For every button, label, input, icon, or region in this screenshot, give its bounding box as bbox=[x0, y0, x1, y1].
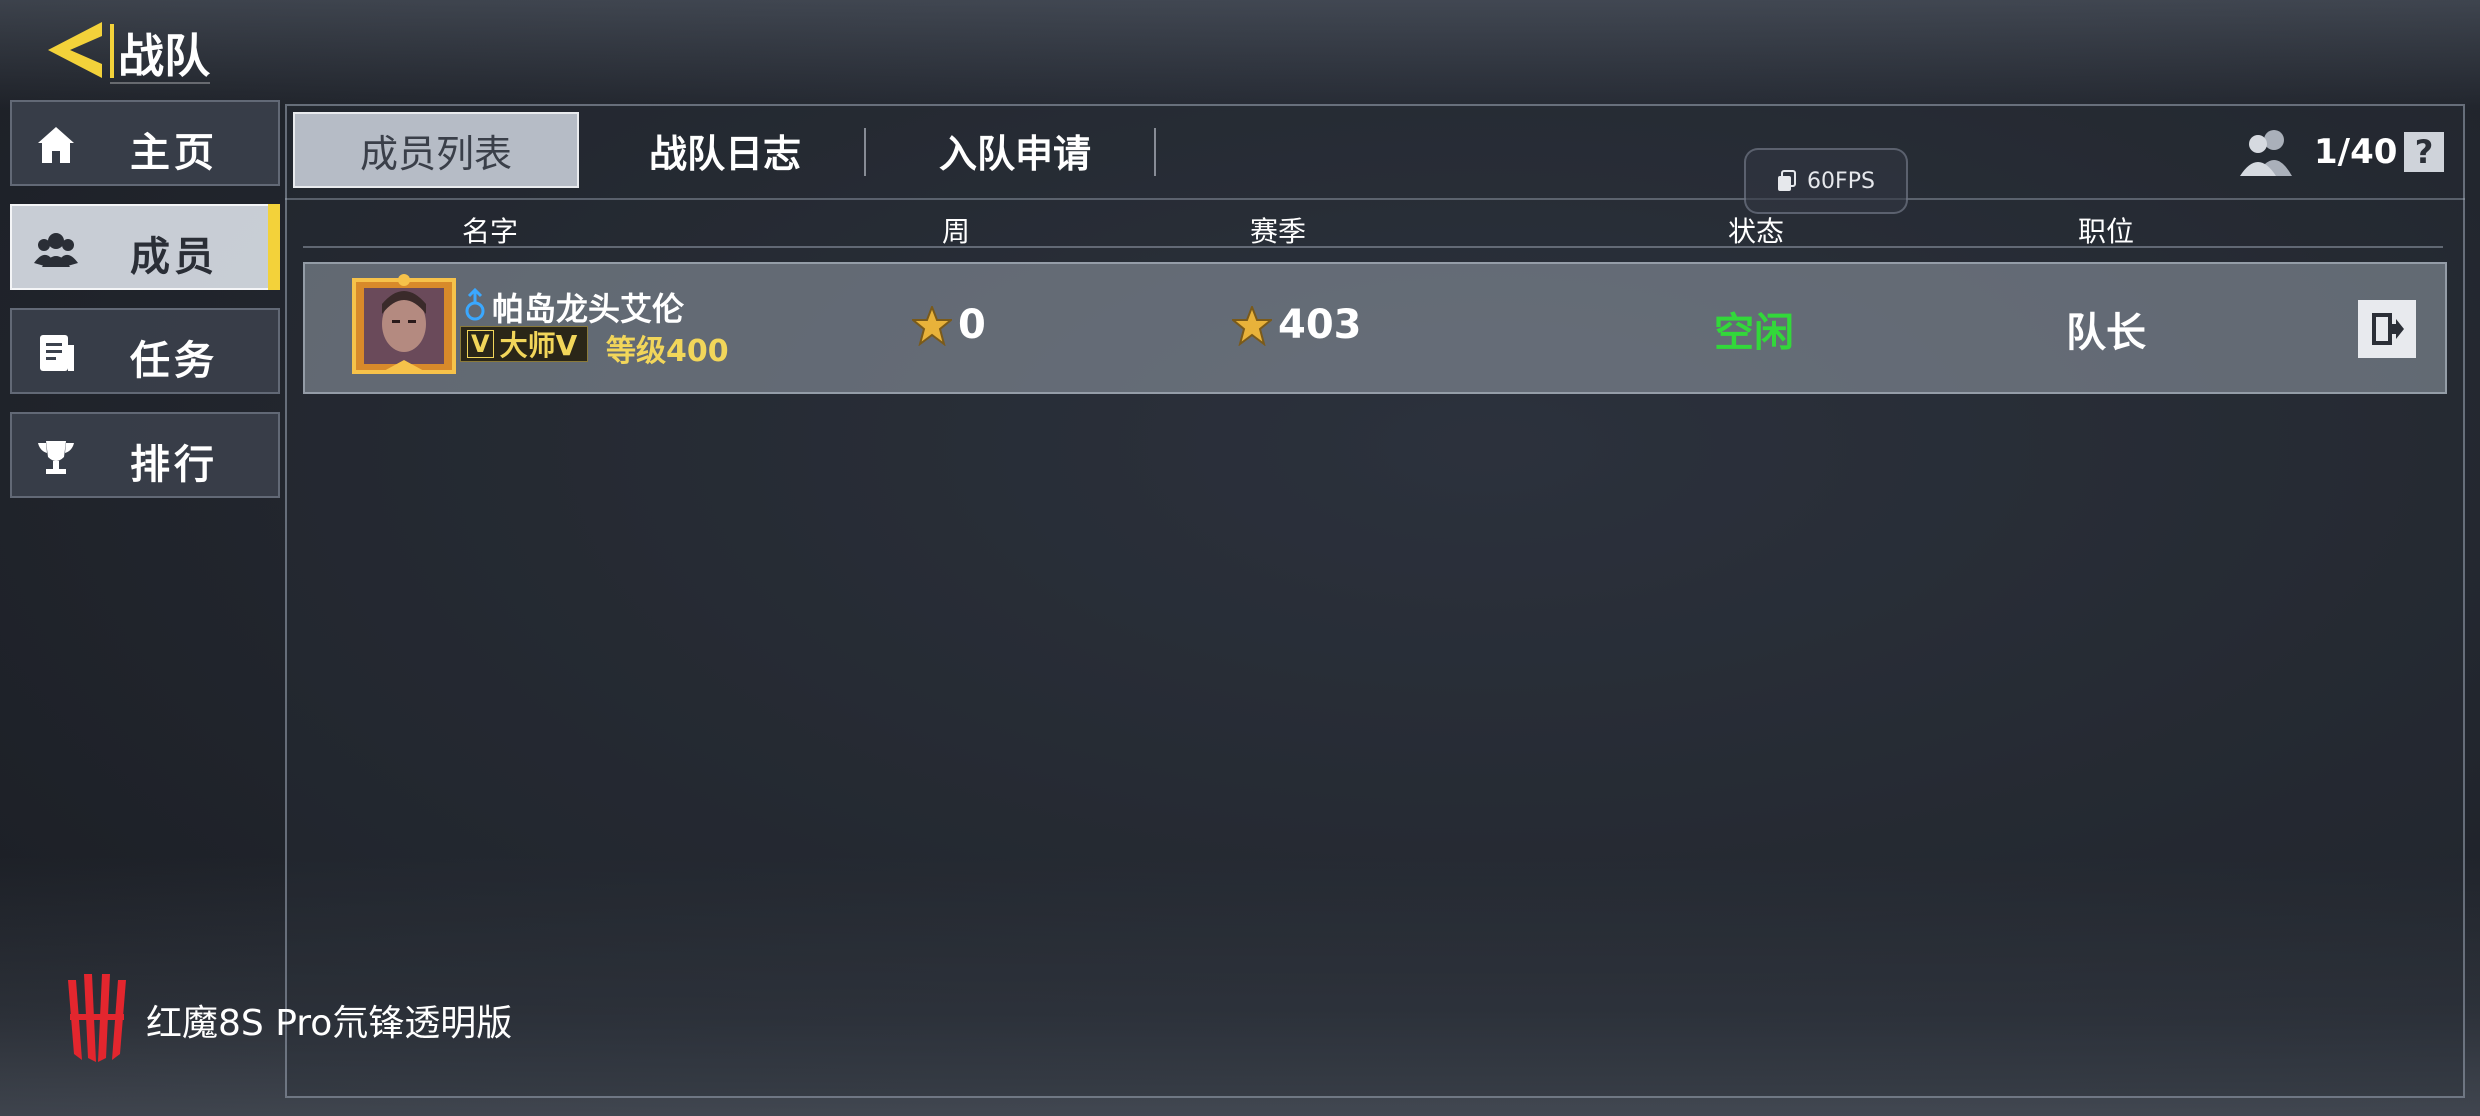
exit-icon bbox=[2372, 313, 2404, 345]
members-icon bbox=[34, 233, 78, 267]
leave-team-button[interactable] bbox=[2358, 300, 2416, 358]
page-title: 战队 bbox=[118, 29, 210, 83]
sidebar-item-label: 主页 bbox=[130, 130, 218, 176]
column-header-status: 状态 bbox=[1728, 215, 1785, 248]
member-role: 队长 bbox=[2066, 310, 2146, 356]
tab-separator bbox=[1154, 128, 1156, 176]
main-panel bbox=[285, 104, 2465, 1098]
star-icon bbox=[1232, 306, 1272, 346]
brand-watermark: 红魔8S Pro氘锋透明版 bbox=[146, 1003, 513, 1044]
fps-label: 60FPS bbox=[1807, 168, 1875, 194]
help-button[interactable]: ? bbox=[2404, 132, 2444, 172]
rank-tier-icon: V bbox=[467, 330, 494, 358]
sidebar-item-label: 成员 bbox=[130, 234, 218, 280]
sidebar-item-home[interactable]: 主页 bbox=[10, 100, 280, 186]
sidebar-item-label: 排行 bbox=[130, 442, 218, 488]
rank-badge: V 大师Ⅴ bbox=[460, 326, 589, 362]
column-header-name: 名字 bbox=[462, 215, 519, 248]
tab-member-list[interactable]: 成员列表 bbox=[293, 112, 579, 188]
avatar[interactable] bbox=[352, 274, 456, 378]
status-badge: 空闲 bbox=[1714, 310, 1794, 356]
column-header-week: 周 bbox=[942, 215, 971, 248]
column-header-divider bbox=[303, 246, 2443, 248]
header-divider bbox=[110, 24, 114, 78]
title-underline bbox=[110, 82, 210, 84]
background-top bbox=[0, 0, 2480, 110]
members-count-icon bbox=[2240, 130, 2292, 176]
red-magic-logo bbox=[68, 974, 126, 1062]
sidebar-item-tasks[interactable]: 任务 bbox=[10, 308, 280, 394]
back-arrow-icon[interactable] bbox=[40, 14, 112, 86]
trophy-icon bbox=[38, 441, 74, 474]
task-icon bbox=[40, 335, 74, 371]
sidebar-item-label: 任务 bbox=[130, 338, 218, 384]
member-count: 1/40 bbox=[2314, 132, 2398, 172]
column-header-season: 赛季 bbox=[1250, 215, 1307, 248]
home-icon bbox=[38, 127, 74, 163]
copy-icon bbox=[1778, 170, 1797, 191]
season-score: 403 bbox=[1278, 302, 1362, 348]
tab-join-requests[interactable]: 入队申请 bbox=[870, 112, 1160, 188]
week-score: 0 bbox=[958, 302, 986, 348]
sidebar-item-members[interactable]: 成员 bbox=[10, 204, 280, 290]
tab-team-log[interactable]: 战队日志 bbox=[583, 112, 867, 188]
tab-separator bbox=[864, 128, 866, 176]
star-icon bbox=[912, 306, 952, 346]
member-level: 等级400 bbox=[606, 334, 729, 369]
male-icon bbox=[465, 288, 485, 321]
sidebar-item-ranking[interactable]: 排行 bbox=[10, 412, 280, 498]
rank-label: 大师Ⅴ bbox=[499, 329, 578, 362]
tab-underline bbox=[285, 198, 2465, 200]
fps-overlay: 60FPS bbox=[1744, 148, 1908, 214]
column-header-role: 职位 bbox=[2078, 215, 2135, 248]
